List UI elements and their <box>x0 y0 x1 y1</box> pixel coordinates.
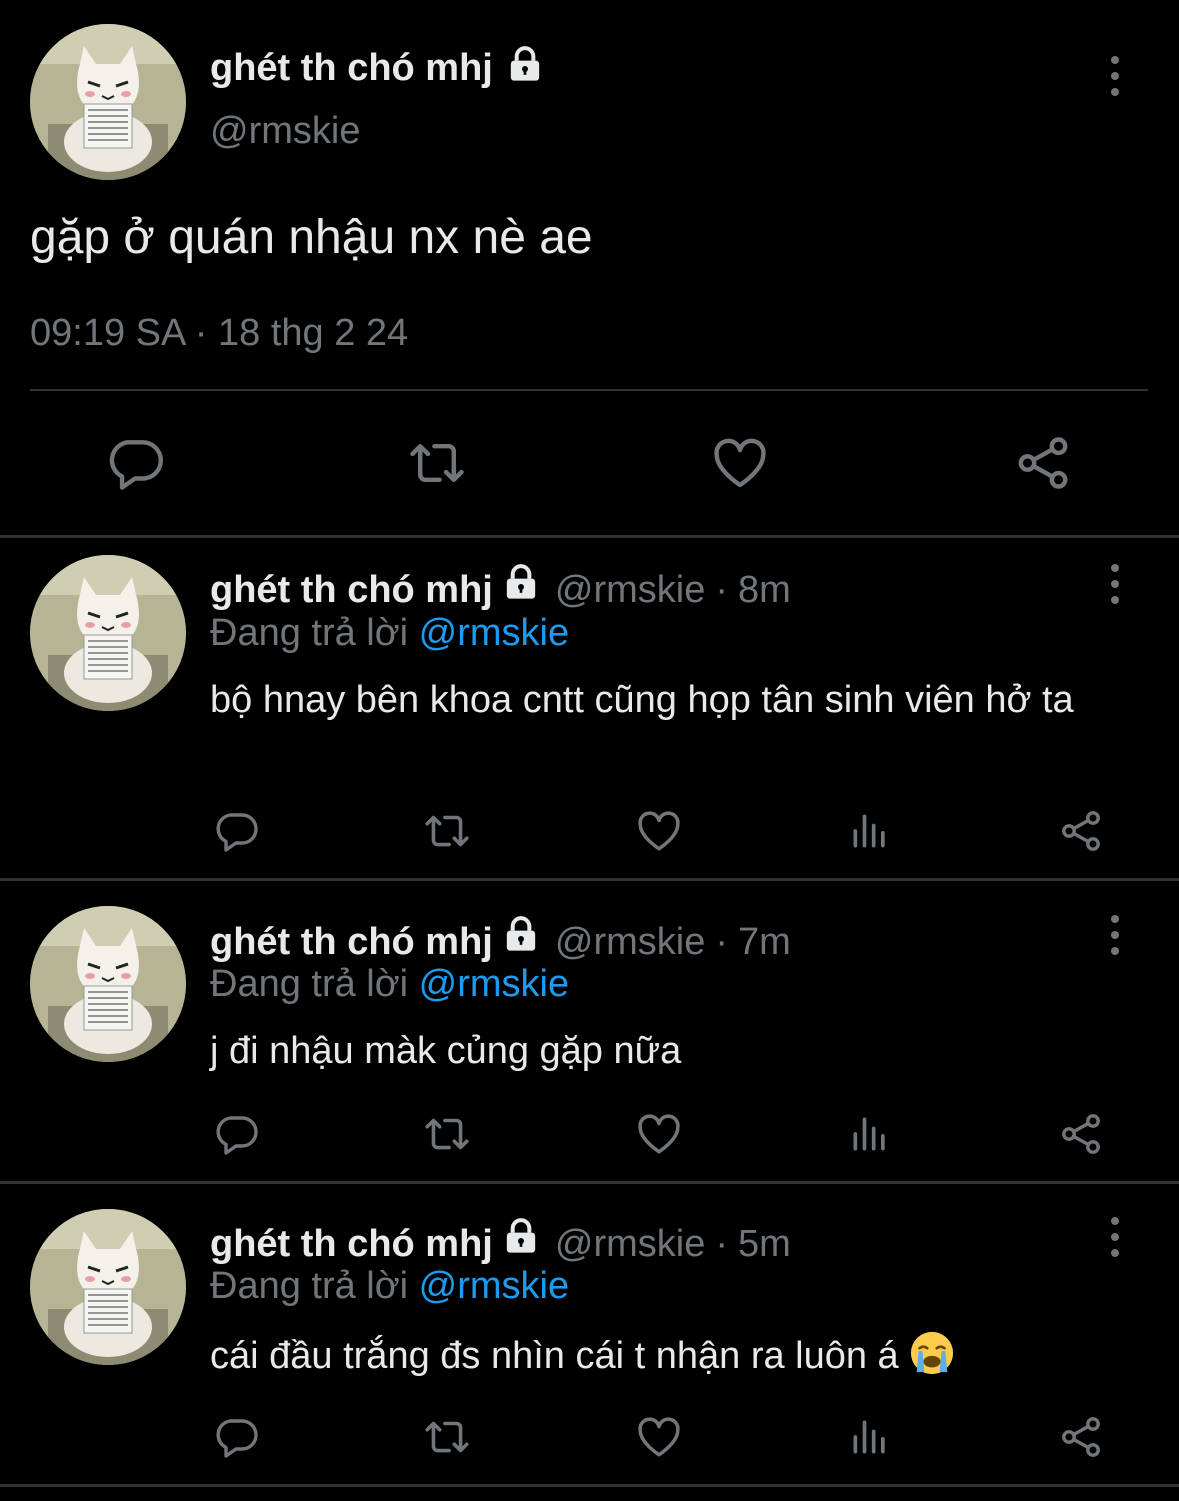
reply-icon[interactable] <box>104 432 166 494</box>
relative-time[interactable]: 7m <box>738 921 791 964</box>
retweet-icon[interactable] <box>402 432 472 494</box>
share-icon[interactable] <box>1057 1109 1105 1159</box>
avatar-image <box>30 906 186 1062</box>
tweet-text: j đi nhậu màk củng gặp nữa <box>210 1030 682 1072</box>
divider <box>0 878 1179 881</box>
display-name[interactable]: ghét th chó mhj <box>210 921 493 964</box>
separator: · <box>715 1223 728 1265</box>
replying-to: Đang trả lời @rmskie <box>210 1265 569 1308</box>
display-name[interactable]: ghét th chó mhj <box>210 1223 493 1266</box>
relative-time[interactable]: 8m <box>738 569 791 612</box>
avatar[interactable] <box>30 1209 186 1365</box>
views-icon[interactable] <box>848 1111 892 1157</box>
avatar-image <box>30 555 186 711</box>
separator: · <box>715 569 728 611</box>
heart-icon[interactable] <box>634 806 684 856</box>
tweet-text: bộ hnay bên khoa cntt cũng họp tân sinh … <box>210 679 1074 721</box>
lock-icon <box>505 44 545 84</box>
share-icon[interactable] <box>1012 432 1074 494</box>
replying-to: Đang trả lời @rmskie <box>210 963 569 1006</box>
retweet-icon[interactable] <box>420 1412 474 1462</box>
timestamp[interactable]: 09:19 SA · 18 thg 2 24 <box>30 312 408 355</box>
share-icon[interactable] <box>1057 806 1105 856</box>
reply-icon[interactable] <box>212 1109 260 1159</box>
avatar[interactable] <box>30 24 186 180</box>
avatar-image <box>30 1209 186 1365</box>
relative-time[interactable]: 5m <box>738 1223 791 1266</box>
tweet-text: gặp ở quán nhậu nx nè ae <box>30 211 593 264</box>
divider <box>30 389 1148 391</box>
share-icon[interactable] <box>1057 1412 1105 1462</box>
crying-face-emoji <box>909 1330 955 1376</box>
avatar[interactable] <box>30 555 186 711</box>
handle[interactable]: @rmskie <box>210 110 360 153</box>
replying-label: Đang trả lời <box>210 612 409 654</box>
more-icon[interactable] <box>1105 913 1125 957</box>
handle[interactable]: @rmskie <box>555 569 705 612</box>
heart-icon[interactable] <box>708 432 772 494</box>
replying-label: Đang trả lời <box>210 963 409 1005</box>
mention-link[interactable]: @rmskie <box>419 963 569 1005</box>
author-row: ghét th chó mhj @rmskie · 5m <box>210 1216 791 1266</box>
lock-icon <box>501 1216 541 1256</box>
display-name[interactable]: ghét th chó mhj <box>210 47 493 89</box>
lock-icon <box>501 562 541 602</box>
divider <box>0 1484 1179 1487</box>
reply-icon[interactable] <box>212 806 260 856</box>
more-icon[interactable] <box>1105 562 1125 606</box>
more-icon[interactable] <box>1105 54 1125 98</box>
handle[interactable]: @rmskie <box>555 921 705 964</box>
divider <box>0 1181 1179 1184</box>
avatar[interactable] <box>30 906 186 1062</box>
tweet-text-row: cái đầu trắng đs nhìn cái t nhận ra luôn… <box>210 1330 1140 1380</box>
retweet-icon[interactable] <box>420 1109 474 1159</box>
handle[interactable]: @rmskie <box>555 1223 705 1266</box>
avatar-image <box>30 24 186 180</box>
lock-icon <box>501 914 541 954</box>
replying-label: Đang trả lời <box>210 1265 409 1307</box>
heart-icon[interactable] <box>634 1109 684 1159</box>
separator: · <box>715 921 728 963</box>
mention-link[interactable]: @rmskie <box>419 1265 569 1307</box>
views-icon[interactable] <box>848 808 892 854</box>
replying-to: Đang trả lời @rmskie <box>210 612 569 655</box>
reply-icon[interactable] <box>212 1412 260 1462</box>
divider <box>0 535 1179 538</box>
author-row: ghét th chó mhj <box>210 44 545 90</box>
retweet-icon[interactable] <box>420 806 474 856</box>
mention-link[interactable]: @rmskie <box>419 612 569 654</box>
views-icon[interactable] <box>848 1414 892 1460</box>
tweet-text: cái đầu trắng đs nhìn cái t nhận ra luôn… <box>210 1335 899 1377</box>
heart-icon[interactable] <box>634 1412 684 1462</box>
display-name[interactable]: ghét th chó mhj <box>210 569 493 612</box>
author-row: ghét th chó mhj @rmskie · 7m <box>210 914 791 964</box>
author-row: ghét th chó mhj @rmskie · 8m <box>210 562 791 612</box>
more-icon[interactable] <box>1105 1215 1125 1259</box>
